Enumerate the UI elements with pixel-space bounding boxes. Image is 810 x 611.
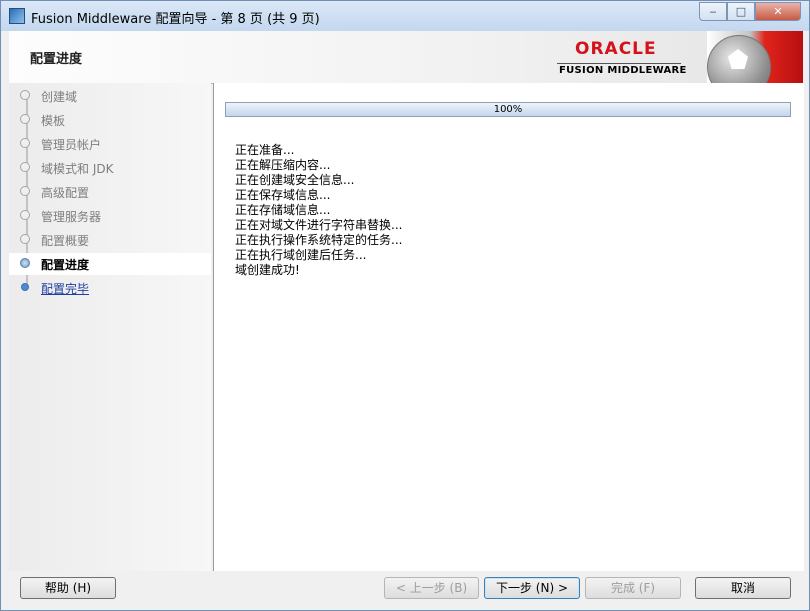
step-done-icon bbox=[20, 186, 30, 196]
back-button[interactable]: < 上一步 (B) bbox=[384, 577, 479, 599]
app-icon bbox=[9, 8, 25, 24]
log-line-success: 域创建成功! bbox=[235, 263, 300, 277]
window-title: Fusion Middleware 配置向导 - 第 8 页 (共 9 页) bbox=[31, 12, 320, 27]
nav-step-label: 配置概要 bbox=[41, 234, 90, 248]
title-bar: Fusion Middleware 配置向导 - 第 8 页 (共 9 页) ‒… bbox=[1, 1, 809, 31]
nav-step-domain-mode-jdk: 域模式和 JDK bbox=[9, 157, 211, 179]
progress-percent: 100% bbox=[493, 104, 523, 115]
log-line: 正在保存域信息... bbox=[235, 188, 331, 202]
step-done-icon bbox=[20, 138, 30, 148]
nav-step-admin-server: 管理服务器 bbox=[9, 205, 211, 227]
step-current-icon bbox=[20, 258, 30, 268]
step-done-icon bbox=[20, 90, 30, 100]
nav-step-label: 创建域 bbox=[41, 90, 78, 104]
step-pending-icon bbox=[21, 283, 29, 291]
progress-log: 正在准备... 正在解压缩内容... 正在创建域安全信息... 正在保存域信息.… bbox=[235, 143, 402, 278]
page-title: 配置进度 bbox=[30, 52, 83, 67]
nav-step-config-progress: 配置进度 bbox=[9, 253, 211, 275]
progress-panel: 100% 正在准备... 正在解压缩内容... 正在创建域安全信息... 正在保… bbox=[213, 83, 804, 571]
log-line: 正在存储域信息... bbox=[235, 203, 331, 217]
nav-step-create-domain: 创建域 bbox=[9, 85, 211, 107]
log-line: 正在执行操作系统特定的任务... bbox=[235, 233, 403, 247]
nav-step-label: 管理服务器 bbox=[41, 210, 102, 224]
nav-step-label: 域模式和 JDK bbox=[41, 162, 114, 176]
nav-step-label: 模板 bbox=[41, 114, 66, 128]
brand-badge-icon bbox=[707, 31, 803, 83]
step-done-icon bbox=[20, 234, 30, 244]
next-button[interactable]: 下一步 (N) > bbox=[484, 577, 580, 599]
finish-button[interactable]: 完成 (F) bbox=[585, 577, 681, 599]
log-line: 正在创建域安全信息... bbox=[235, 173, 355, 187]
nav-step-label: 管理员帐户 bbox=[41, 138, 102, 152]
log-line: 正在准备... bbox=[235, 143, 295, 157]
nav-step-templates: 模板 bbox=[9, 109, 211, 131]
nav-step-config-summary: 配置概要 bbox=[9, 229, 211, 251]
log-line: 正在对域文件进行字符串替换... bbox=[235, 218, 403, 232]
fusion-middleware-logo: FUSION MIDDLEWARE bbox=[559, 65, 687, 76]
nav-step-label: 配置进度 bbox=[41, 258, 90, 272]
logo-divider bbox=[557, 63, 681, 64]
nav-step-advanced-config: 高级配置 bbox=[9, 181, 211, 203]
nav-step-admin-account: 管理员帐户 bbox=[9, 133, 211, 155]
step-done-icon bbox=[20, 114, 30, 124]
nav-step-link[interactable]: 配置完毕 bbox=[41, 280, 89, 297]
wizard-window: Fusion Middleware 配置向导 - 第 8 页 (共 9 页) ‒… bbox=[0, 0, 810, 611]
maximize-button[interactable]: □ bbox=[727, 2, 755, 21]
wizard-header: 配置进度 ORACLE FUSION MIDDLEWARE bbox=[9, 31, 803, 84]
step-done-icon bbox=[20, 210, 30, 220]
help-button[interactable]: 帮助 (H) bbox=[20, 577, 116, 599]
progress-bar: 100% bbox=[225, 102, 791, 117]
nav-step-config-complete[interactable]: 配置完毕 bbox=[9, 277, 211, 299]
nav-step-label: 高级配置 bbox=[41, 186, 90, 200]
oracle-logo: ORACLE bbox=[575, 39, 657, 59]
cancel-button[interactable]: 取消 bbox=[695, 577, 791, 599]
close-button[interactable]: ✕ bbox=[755, 2, 801, 21]
minimize-button[interactable]: ‒ bbox=[699, 2, 727, 21]
log-line: 正在执行域创建后任务... bbox=[235, 248, 367, 262]
step-done-icon bbox=[20, 162, 30, 172]
log-line: 正在解压缩内容... bbox=[235, 158, 331, 172]
wizard-steps-nav: 创建域 模板 管理员帐户 域模式和 JDK 高级配置 管理服务器 配置概要 配置… bbox=[9, 83, 211, 571]
